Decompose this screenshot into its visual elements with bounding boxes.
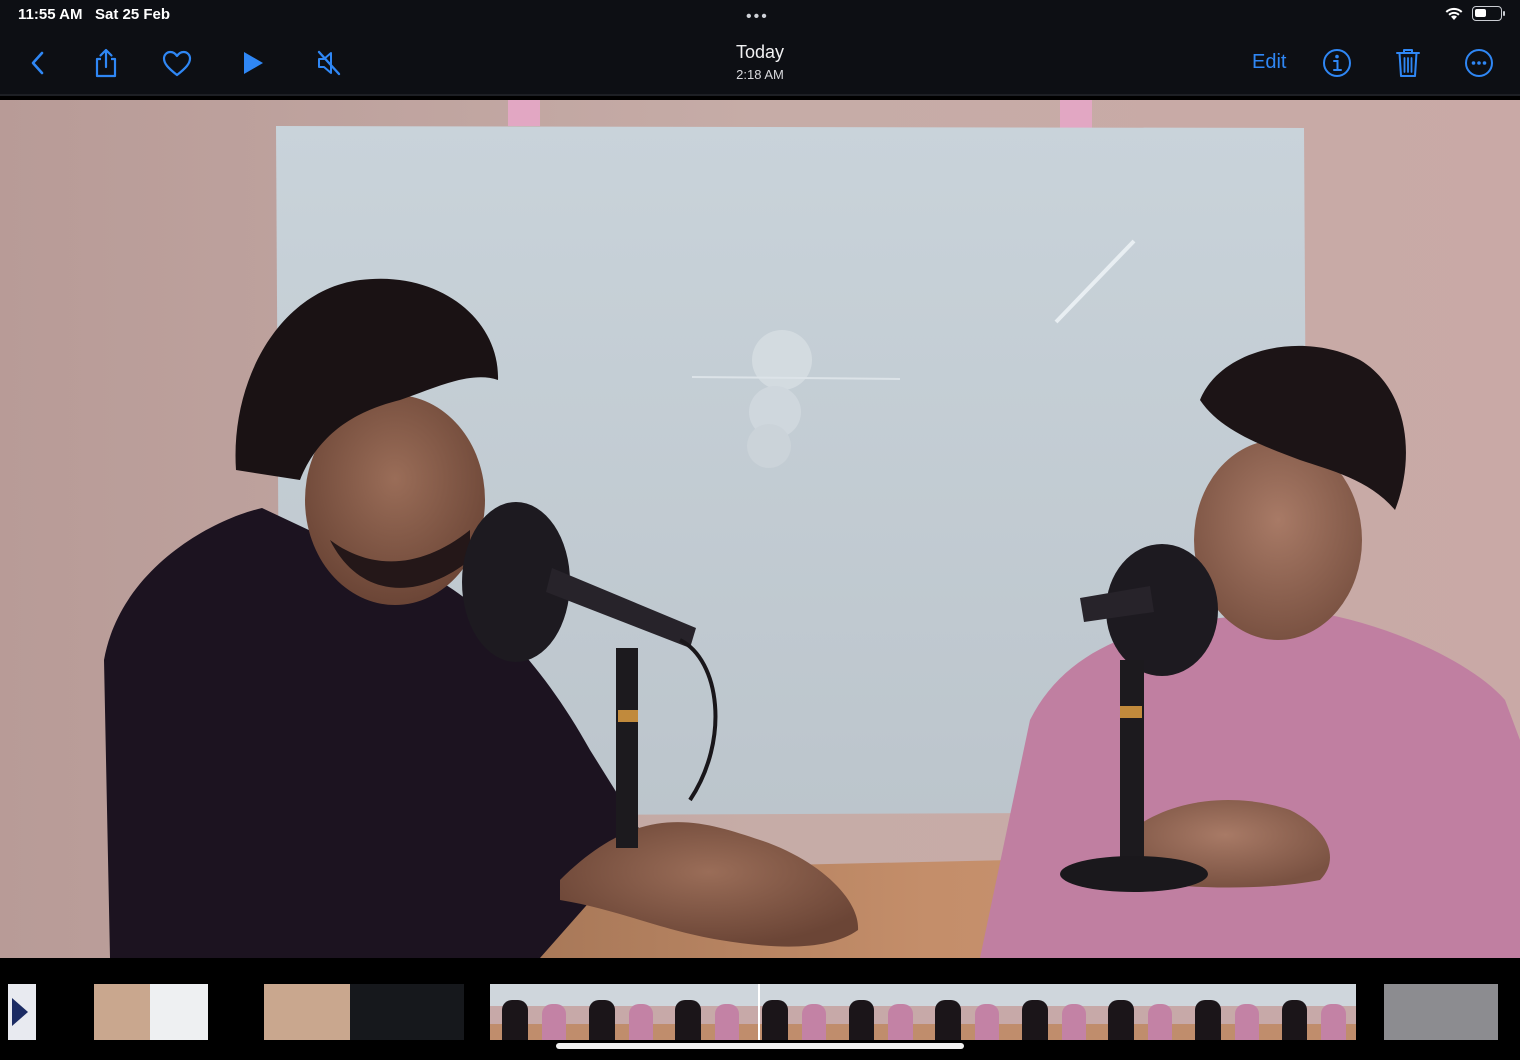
- battery-icon: [1472, 6, 1505, 21]
- status-indicators: [1444, 6, 1505, 21]
- clock-date: Sat 25 Feb: [95, 6, 171, 23]
- filmstrip-thumbnail[interactable]: [150, 984, 208, 1040]
- video-frame[interactable]: [0, 100, 1520, 958]
- info-icon: [1323, 49, 1351, 77]
- edit-button[interactable]: Edit: [1252, 51, 1286, 74]
- more-icon: [1465, 49, 1493, 77]
- delete-button[interactable]: [1388, 43, 1428, 83]
- playhead[interactable]: [758, 984, 761, 1040]
- home-indicator[interactable]: [556, 1043, 964, 1049]
- status-bar: 11:55 AM Sat 25 Feb •••: [0, 0, 1520, 30]
- clock-time: 11:55 AM: [18, 6, 83, 23]
- filmstrip-thumbnail[interactable]: [8, 984, 36, 1040]
- info-button[interactable]: [1317, 43, 1357, 83]
- filmstrip-thumbnail[interactable]: [94, 984, 150, 1040]
- wifi-icon: [1445, 7, 1463, 20]
- filmstrip[interactable]: [0, 984, 1520, 1040]
- nav-subtitle: 2:18 AM: [736, 67, 784, 82]
- filmstrip-thumbnail[interactable]: [350, 984, 464, 1040]
- filmstrip-thumbnail[interactable]: [1384, 984, 1498, 1040]
- filmstrip-thumbnail[interactable]: [264, 984, 350, 1040]
- filmstrip-selected-video[interactable]: [490, 984, 1356, 1040]
- battery-level: [1475, 9, 1486, 17]
- multitasking-dots[interactable]: •••: [746, 8, 769, 26]
- trash-icon: [1396, 49, 1420, 77]
- video-frame-image: [0, 100, 1520, 958]
- status-time: 11:55 AM Sat 25 Feb: [18, 6, 170, 23]
- more-button[interactable]: [1459, 43, 1499, 83]
- nav-title: Today: [735, 42, 785, 62]
- app-icon: [12, 998, 28, 1026]
- navigation-bar: Today 2:18 AM Edit: [0, 30, 1520, 96]
